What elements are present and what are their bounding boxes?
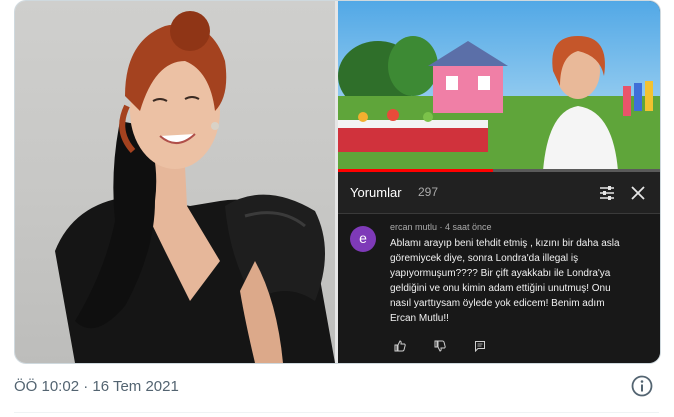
comment-line: nasıl yarttıysam öylede yok edicem! Beni… — [390, 298, 605, 309]
comment-line: Ablamı arayıp beni tehdit etmiş , kızını… — [390, 238, 620, 249]
woman-portrait-illustration — [55, 11, 335, 363]
comment-item: e ercan mutlu · 4 saat önce Ablamı arayı… — [338, 214, 660, 363]
commenter-avatar[interactable]: e — [350, 226, 376, 252]
comment-text: Ablamı arayıp beni tehdit etmiş , kızını… — [390, 236, 648, 326]
tweet-photo-left[interactable] — [15, 1, 335, 363]
info-icon[interactable] — [630, 374, 654, 398]
comments-title: Yorumlar — [350, 185, 402, 200]
reply-icon[interactable] — [474, 340, 486, 352]
tweet-timestamp[interactable]: ÖÖ 10:02 · 16 Tem 2021 — [14, 378, 179, 395]
comment-meta: ercan mutlu · 4 saat önce — [390, 222, 492, 232]
comments-header: Yorumlar 297 — [338, 173, 660, 214]
comment-line: göremiycek diye, sonra Londra'da illegal… — [390, 253, 579, 264]
comment-line: yapıyormuşum???? Bir çift ayakkabı ile L… — [390, 268, 611, 279]
comment-line: Ercan Mutlu!! — [390, 313, 449, 324]
dislike-icon[interactable] — [434, 340, 446, 352]
comment-meta-separator: · — [437, 222, 446, 232]
video-player[interactable] — [338, 1, 660, 171]
sort-filter-icon[interactable] — [596, 182, 618, 204]
video-frame-illustration — [338, 1, 660, 171]
video-progress-fill — [338, 169, 493, 172]
comment-time: 4 saat önce — [445, 222, 492, 232]
close-icon[interactable] — [627, 182, 649, 204]
comments-count: 297 — [418, 185, 439, 199]
footer-divider — [14, 412, 659, 413]
comment-author[interactable]: ercan mutlu — [390, 222, 437, 232]
tweet-media-grid[interactable]: Yorumlar 297 e ercan mutlu · 4 saat önce — [14, 0, 661, 364]
like-icon[interactable] — [394, 340, 406, 352]
tweet-photo-right-youtube-screenshot[interactable]: Yorumlar 297 e ercan mutlu · 4 saat önce — [338, 1, 660, 363]
comment-line: geldiğini ve onu kimin adam ettiğini unu… — [390, 283, 611, 294]
